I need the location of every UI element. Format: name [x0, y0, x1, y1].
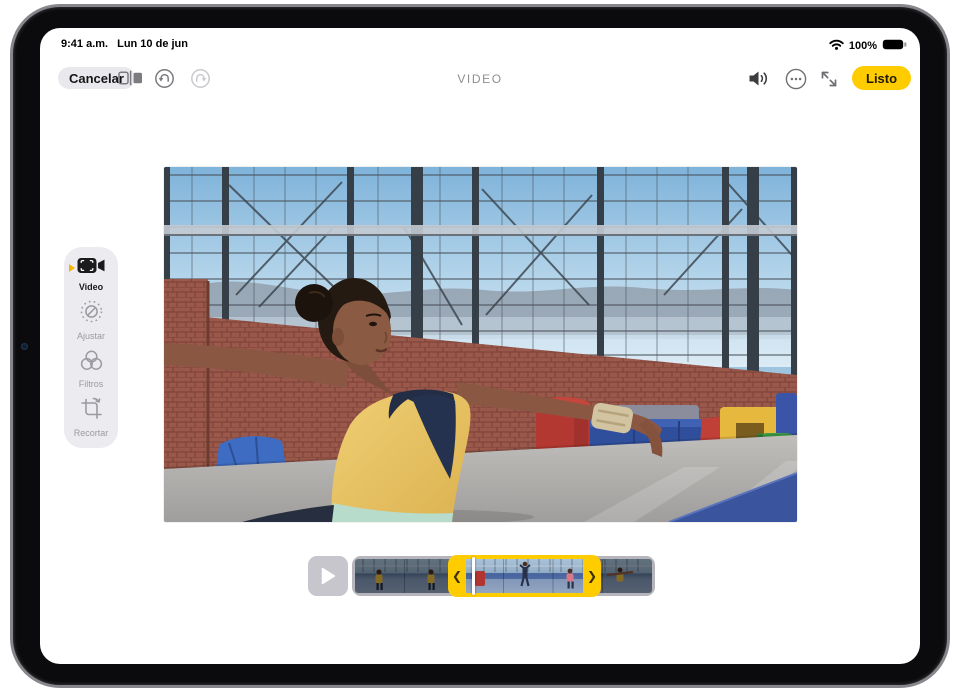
trim-bottom-border [465, 593, 584, 597]
sidebar-item-label: Ajustar [77, 331, 105, 341]
play-icon [321, 567, 336, 585]
sidebar-item-recortar[interactable]: Recortar [64, 397, 118, 438]
ipad-frame: 9:41 a.m. Lun 10 de jun 100% [10, 4, 950, 688]
play-button[interactable] [308, 556, 348, 596]
filters-icon [80, 350, 103, 376]
chevron-left-icon: ❮ [452, 569, 462, 583]
wifi-icon [829, 37, 844, 55]
sidebar-item-video[interactable]: Video [64, 257, 118, 292]
trim-top-border [465, 555, 584, 559]
trim-end-handle[interactable]: ❯ [583, 555, 601, 597]
volume-icon[interactable] [748, 70, 771, 87]
sidebar-item-ajustar[interactable]: Ajustar [64, 300, 118, 341]
status-time: 9:41 a.m. [61, 38, 108, 50]
battery-icon [882, 37, 907, 55]
video-still-dancer-in-gym [164, 167, 797, 522]
sidebar-item-filtros[interactable]: Filtros [64, 350, 118, 389]
sidebar-item-label: Filtros [79, 379, 104, 389]
done-button[interactable]: Listo [852, 66, 911, 90]
video-camera-icon [77, 257, 105, 279]
status-bar-left: 9:41 a.m. Lun 10 de jun [61, 38, 188, 50]
trim-selection: ❮ ❯ [448, 555, 601, 597]
battery-percent: 100% [849, 40, 877, 52]
status-bar-right: 100% [829, 37, 907, 55]
screen: 9:41 a.m. Lun 10 de jun 100% [40, 28, 920, 664]
playhead[interactable] [472, 557, 475, 595]
front-camera [21, 343, 28, 350]
adjust-dial-icon [80, 300, 103, 328]
photos-video-edit-screenshot: 9:41 a.m. Lun 10 de jun 100% [0, 0, 960, 692]
video-canvas [164, 167, 797, 522]
chevron-right-icon: ❯ [587, 569, 597, 583]
done-label: Listo [866, 71, 897, 86]
crop-rotate-icon [80, 397, 103, 425]
fullscreen-icon[interactable] [819, 69, 839, 89]
sidebar-item-label: Video [79, 282, 103, 292]
status-date: Lun 10 de jun [117, 38, 188, 50]
selected-indicator [69, 264, 75, 272]
sidebar-item-label: Recortar [74, 428, 109, 438]
trim-start-handle[interactable]: ❮ [448, 555, 466, 597]
edit-tools-sidebar: Video Ajustar [64, 247, 118, 448]
more-options-icon[interactable] [785, 68, 807, 90]
